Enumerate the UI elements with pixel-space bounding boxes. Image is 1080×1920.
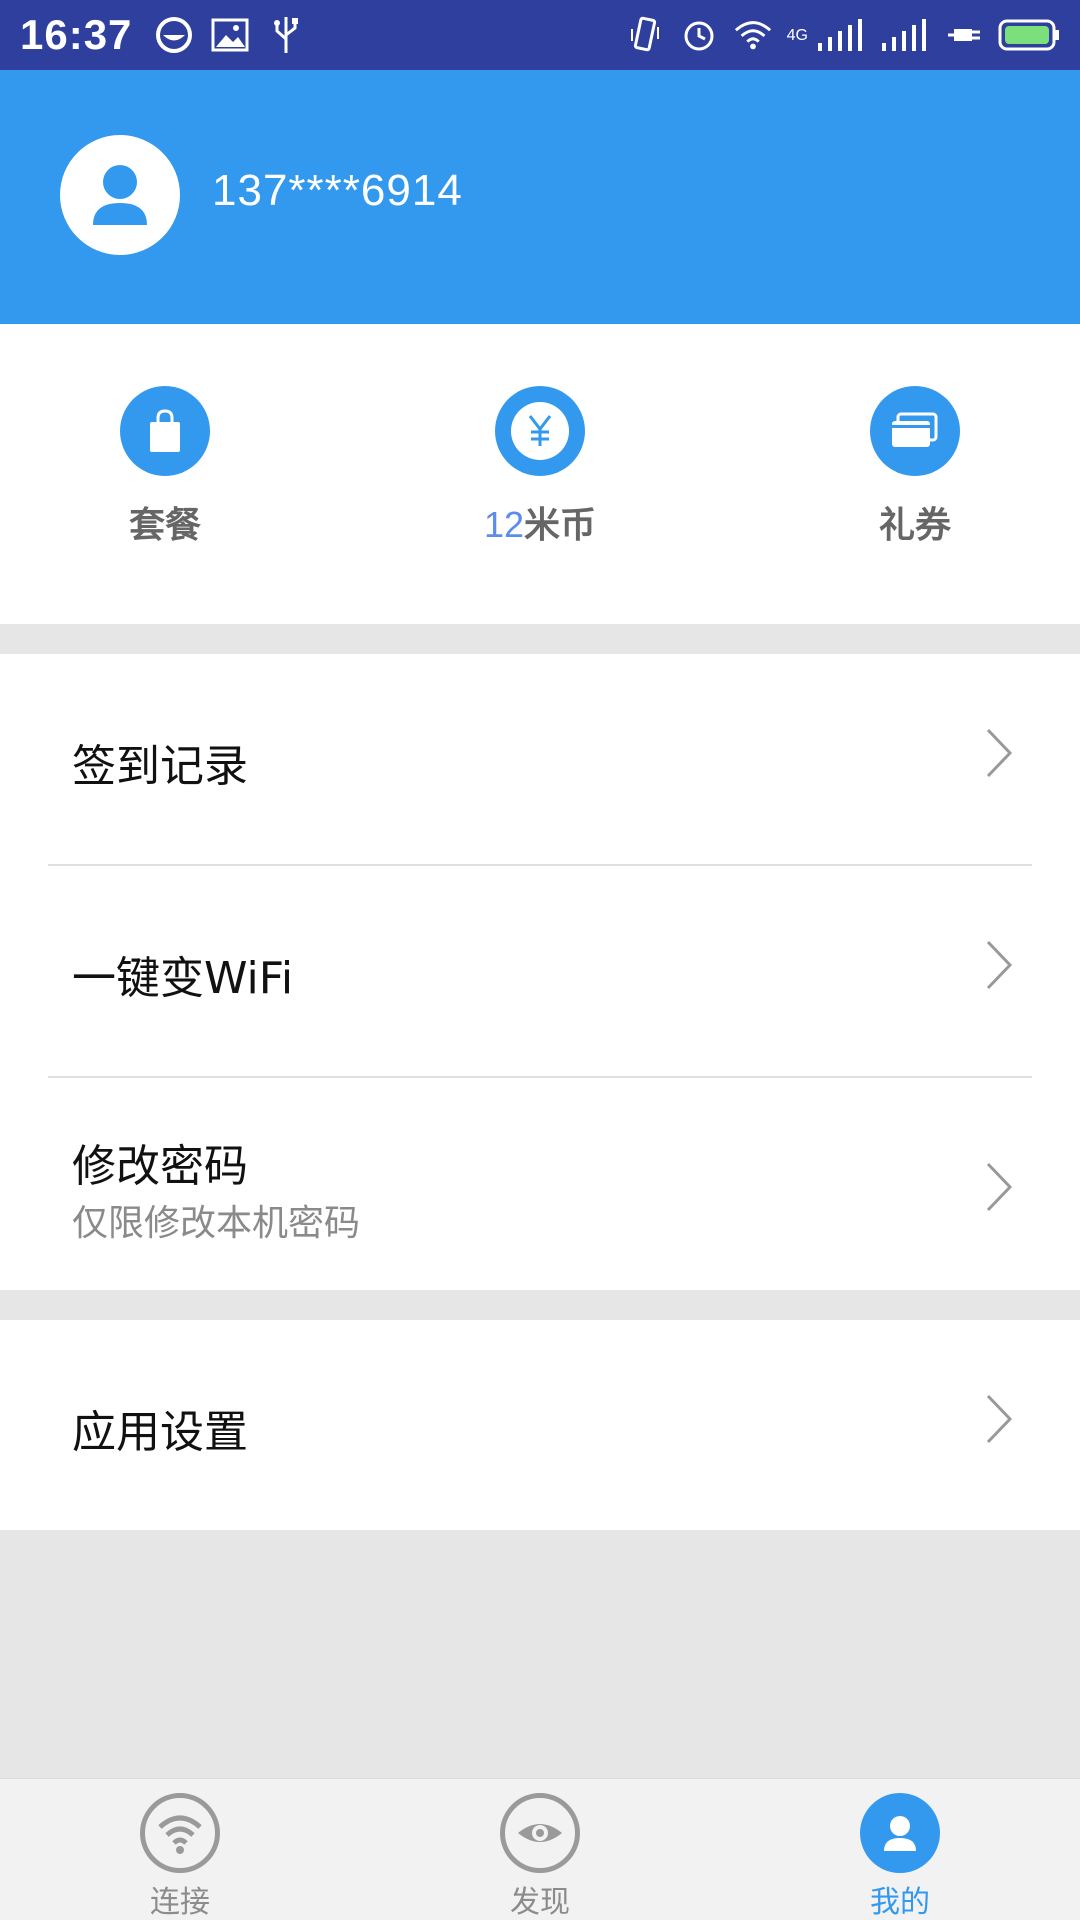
my-profile-screen: 16:37 4G 137****6914 套餐 12米币 礼券 签到记录 一键变…	[0, 0, 1080, 1920]
charging-icon	[944, 15, 984, 55]
package-button[interactable]: 套餐	[45, 386, 285, 548]
menu-item-sign-in-records[interactable]: 签到记录	[0, 654, 1080, 866]
tab-discover[interactable]: 发现	[440, 1793, 640, 1920]
image-icon	[210, 15, 250, 55]
tab-label: 我的	[870, 1885, 930, 1920]
user-icon	[93, 165, 147, 225]
mibi-count: 12	[483, 504, 525, 545]
chevron-right-icon	[986, 728, 1013, 778]
menu-item-change-password[interactable]: 修改密码 仅限修改本机密码	[0, 1078, 1080, 1290]
menu-item-label: 一键变WiFi	[72, 953, 294, 1004]
status-bar: 16:37 4G	[0, 0, 1080, 70]
battery-icon	[998, 15, 1060, 55]
signal-icon	[816, 15, 866, 55]
wifi-icon	[158, 1815, 202, 1854]
mibi-button[interactable]: 12米币	[420, 386, 660, 548]
menu-group-account: 签到记录 一键变WiFi 修改密码 仅限修改本机密码	[0, 654, 1080, 1290]
bottom-navigation: 连接 发现 我的	[0, 1778, 1080, 1920]
signal-icon	[880, 15, 930, 55]
menu-item-one-key-wifi[interactable]: 一键变WiFi	[0, 866, 1080, 1078]
vibrate-icon	[625, 15, 665, 55]
package-label: 套餐	[128, 505, 201, 546]
menu-item-label: 签到记录	[72, 741, 248, 792]
network-type-label: 4G	[786, 27, 808, 44]
coupon-label: 礼券	[878, 505, 951, 546]
menu-group-settings: 应用设置	[0, 1320, 1080, 1530]
mibi-label: 米币	[524, 505, 597, 546]
profile-header[interactable]: 137****6914	[0, 70, 1080, 324]
chevron-right-icon	[986, 1394, 1013, 1444]
tab-connect[interactable]: 连接	[80, 1793, 280, 1920]
shopping-bag-icon	[150, 409, 180, 452]
tab-label: 发现	[510, 1885, 570, 1920]
app-notification-icon	[154, 15, 194, 55]
quick-actions: 套餐 12米币 礼券	[0, 324, 1080, 624]
usb-icon	[266, 15, 306, 55]
menu-item-sublabel: 仅限修改本机密码	[72, 1203, 361, 1244]
user-icon	[884, 1816, 916, 1851]
menu-item-app-settings[interactable]: 应用设置	[0, 1320, 1080, 1530]
tab-label: 连接	[150, 1885, 210, 1920]
coupon-button[interactable]: 礼券	[795, 386, 1035, 548]
chevron-right-icon	[986, 940, 1013, 990]
avatar[interactable]	[60, 135, 180, 255]
eye-icon	[518, 1824, 562, 1842]
wifi-icon	[733, 15, 773, 55]
menu-item-label: 修改密码	[72, 1141, 248, 1192]
menu-item-label: 应用设置	[72, 1407, 248, 1458]
phone-number: 137****6914	[212, 166, 463, 215]
alarm-icon	[679, 15, 719, 55]
status-time: 16:37	[20, 11, 133, 58]
cards-icon	[892, 412, 938, 447]
chevron-right-icon	[986, 1162, 1013, 1212]
yuan-coin-icon	[511, 402, 569, 460]
tab-mine[interactable]: 我的	[800, 1793, 1000, 1920]
